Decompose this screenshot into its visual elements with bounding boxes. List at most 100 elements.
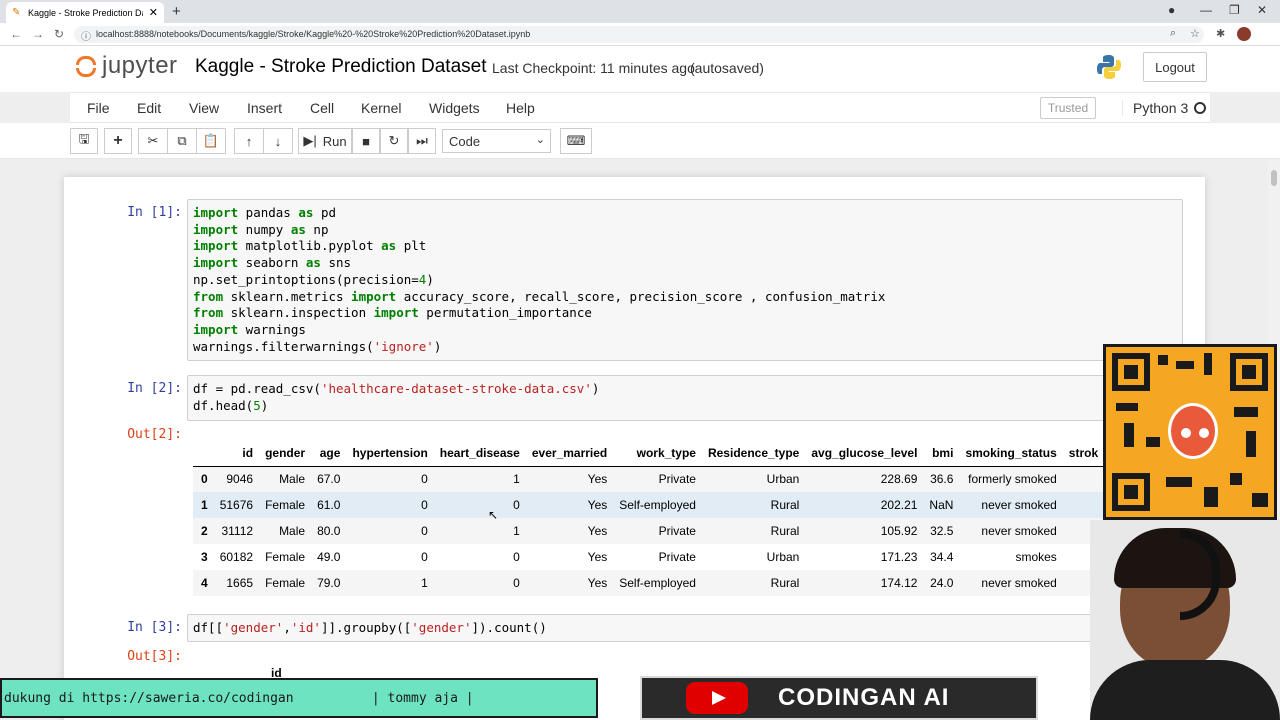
table-row: 4 1665 Female 79.0 1 0 Yes Self-employed… bbox=[193, 570, 1105, 596]
zoom-icon[interactable]: ⌕ bbox=[1170, 27, 1176, 40]
cell-avg-glucose: 171.23 bbox=[880, 550, 918, 564]
back-icon[interactable]: ← bbox=[10, 27, 22, 41]
scissors-icon: ✂ bbox=[147, 133, 159, 148]
menu-cell[interactable]: Cell bbox=[310, 100, 334, 116]
tab-title: Kaggle - Stroke Prediction Datas bbox=[28, 7, 143, 18]
cell-ever-married: Yes bbox=[587, 576, 608, 590]
chevron-down-icon: ⌄ bbox=[535, 134, 545, 146]
cell-avg-glucose: 202.21 bbox=[880, 498, 918, 512]
save-button[interactable]: 🖫 bbox=[70, 128, 98, 154]
restart-button[interactable]: ↻ bbox=[380, 128, 408, 154]
menu-insert[interactable]: Insert bbox=[247, 100, 282, 116]
jupyter-favicon-icon: ✎ bbox=[12, 6, 21, 18]
paste-button[interactable]: 📋 bbox=[196, 128, 226, 154]
code-cell-1[interactable]: import pandas as pd import numpy as np i… bbox=[187, 199, 1183, 361]
cell-id: 60182 bbox=[219, 550, 254, 564]
menu-widgets[interactable]: Widgets bbox=[429, 100, 480, 116]
cell-avg-glucose: 174.12 bbox=[880, 576, 918, 590]
col-work-type: work_type bbox=[613, 440, 702, 467]
insert-cell-button[interactable]: + bbox=[104, 128, 132, 154]
menu-help[interactable]: Help bbox=[506, 100, 535, 116]
interrupt-button[interactable]: ■ bbox=[352, 128, 380, 154]
cell-work-type: Private bbox=[658, 550, 696, 564]
cell-type-select[interactable]: Code ⌄ bbox=[442, 129, 551, 153]
kernel-name: Python 3 bbox=[1122, 100, 1188, 116]
cut-button[interactable]: ✂ bbox=[138, 128, 168, 154]
restart-icon: ↻ bbox=[388, 133, 400, 148]
col-stroke: strok bbox=[1062, 440, 1105, 467]
forward-icon[interactable]: → bbox=[32, 27, 44, 41]
browser-tab[interactable]: ✎ Kaggle - Stroke Prediction Datas ✕ bbox=[6, 2, 164, 23]
checkpoint-status: Last Checkpoint: 11 minutes ago bbox=[492, 60, 695, 76]
cell-residence-type: Urban bbox=[766, 472, 800, 487]
cell-gender: Male bbox=[279, 524, 306, 538]
menu-kernel[interactable]: Kernel bbox=[361, 100, 401, 116]
jupyter-header: jupyter Kaggle - Stroke Prediction Datas… bbox=[0, 46, 1280, 92]
restart-run-all-button[interactable]: ⏭ bbox=[408, 128, 436, 154]
new-tab-icon[interactable]: + bbox=[172, 3, 181, 20]
cell-age: 80.0 bbox=[317, 524, 341, 538]
col-smoking-status: smoking_status bbox=[959, 440, 1063, 467]
menu-edit[interactable]: Edit bbox=[137, 100, 161, 116]
cell-bmi: NaN bbox=[929, 498, 954, 512]
jupyter-logo[interactable]: jupyter bbox=[74, 52, 178, 80]
cell-2-output-prompt: Out[2]: bbox=[127, 427, 182, 442]
minimize-icon[interactable]: — bbox=[1200, 3, 1212, 17]
cell-heart-disease: 0 bbox=[513, 550, 520, 564]
cell-id: 31112 bbox=[221, 524, 254, 538]
donation-ticker: dukung di https://saweria.co/codingan | … bbox=[0, 678, 598, 718]
info-icon[interactable]: ⓘ bbox=[81, 28, 91, 43]
cell-id: 9046 bbox=[226, 472, 254, 487]
cell-bmi: 24.0 bbox=[930, 576, 954, 590]
scrollbar-thumb[interactable] bbox=[1271, 170, 1277, 186]
close-window-icon[interactable]: ✕ bbox=[1257, 3, 1267, 17]
col-index bbox=[193, 440, 214, 467]
profile-record-icon[interactable]: ● bbox=[1168, 3, 1175, 17]
mouse-cursor-icon: ↖ bbox=[488, 508, 499, 522]
profile-avatar[interactable] bbox=[1237, 27, 1251, 41]
table-row: 2 31112 Male 80.0 0 1 Yes Private Rural … bbox=[193, 518, 1105, 544]
cell-heart-disease: 0 bbox=[513, 576, 520, 590]
cell-hypertension: 0 bbox=[421, 524, 428, 538]
menu-view[interactable]: View bbox=[189, 100, 219, 116]
code-cell-3[interactable]: df[['gender','id']].groupby(['gender']).… bbox=[187, 614, 1183, 642]
cell-work-type: Private bbox=[658, 472, 696, 487]
run-button[interactable]: ▶| Run bbox=[298, 128, 352, 154]
move-down-button[interactable]: ↓ bbox=[263, 128, 293, 154]
arrow-down-icon: ↓ bbox=[274, 133, 282, 149]
copy-icon: ⧉ bbox=[177, 133, 187, 148]
run-label: Run bbox=[322, 133, 347, 149]
url-text: localhost:8888/notebooks/Documents/kaggl… bbox=[96, 29, 531, 39]
keyboard-icon: ⌨ bbox=[566, 133, 586, 148]
menu-file[interactable]: File bbox=[87, 100, 110, 116]
restore-icon[interactable]: ❐ bbox=[1229, 3, 1240, 17]
reload-icon[interactable]: ↻ bbox=[54, 27, 64, 41]
floppy-icon: 🖫 bbox=[78, 131, 90, 146]
cell-hypertension: 0 bbox=[421, 472, 428, 487]
table-row: 1 51676 Female 61.0 0 0 Yes Self-employe… bbox=[193, 492, 1105, 518]
cell-work-type: Private bbox=[658, 524, 696, 538]
logout-button[interactable]: Logout bbox=[1143, 52, 1207, 82]
cell-ever-married: Yes bbox=[587, 498, 608, 512]
cell-age: 79.0 bbox=[317, 576, 341, 590]
code-cell-2[interactable]: df = pd.read_csv('healthcare-dataset-str… bbox=[187, 375, 1183, 421]
cell-ever-married: Yes bbox=[587, 524, 608, 538]
copy-button[interactable]: ⧉ bbox=[167, 128, 197, 154]
col-age: age bbox=[311, 440, 347, 467]
move-up-button[interactable]: ↑ bbox=[234, 128, 264, 154]
bookmark-star-icon[interactable]: ☆ bbox=[1190, 27, 1200, 40]
close-tab-icon[interactable]: ✕ bbox=[149, 6, 158, 19]
cell-residence-type: Urban bbox=[766, 550, 800, 564]
row-index: 1 bbox=[201, 498, 208, 512]
channel-banner: CODINGAN AI bbox=[640, 676, 1038, 720]
url-field[interactable]: ⓘ localhost:8888/notebooks/Documents/kag… bbox=[74, 26, 1204, 43]
menubar: File Edit View Insert Cell Kernel Widget… bbox=[70, 92, 1210, 123]
extensions-icon[interactable]: ✱ bbox=[1216, 27, 1225, 40]
notebook-title[interactable]: Kaggle - Stroke Prediction Dataset bbox=[195, 56, 487, 78]
step-forward-icon: ▶| bbox=[303, 133, 317, 148]
browser-tab-bar: ✎ Kaggle - Stroke Prediction Datas ✕ + ●… bbox=[0, 0, 1280, 23]
command-palette-button[interactable]: ⌨ bbox=[560, 128, 592, 154]
cell-id: 1665 bbox=[226, 576, 254, 590]
cell-bmi: 32.5 bbox=[930, 524, 954, 538]
trusted-badge[interactable]: Trusted bbox=[1040, 97, 1096, 119]
